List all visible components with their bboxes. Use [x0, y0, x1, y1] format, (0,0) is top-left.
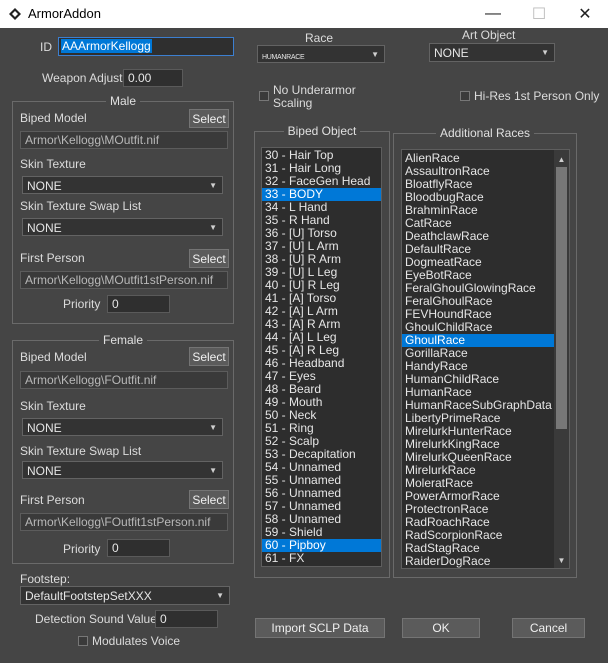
races-scrollbar[interactable]: ▲ ▼ [554, 150, 569, 568]
import-sclp-button[interactable]: Import SCLP Data [255, 618, 385, 638]
male-skin-swap-label: Skin Texture Swap List [20, 199, 142, 213]
female-biped-model-field[interactable]: Armor\Kellogg\FOutfit.nif [20, 371, 228, 389]
male-first-person-select-button[interactable]: Select [189, 249, 229, 268]
female-priority-label: Priority [63, 542, 101, 556]
male-first-person-label: First Person [20, 251, 85, 265]
male-skin-swap-dropdown[interactable]: NONE ▼ [22, 218, 223, 236]
additional-races-title: Additional Races [435, 126, 535, 140]
modulates-voice-checkbox[interactable] [78, 636, 88, 646]
female-skin-swap-value: NONE [27, 464, 62, 478]
no-underarmor-label-line2: Scaling [273, 96, 313, 110]
no-underarmor-label-line1: No Underarmor [273, 83, 356, 97]
male-skin-swap-value: NONE [27, 221, 62, 235]
chevron-down-icon: ▼ [371, 50, 379, 59]
race-value: HUMANRACE [262, 54, 305, 61]
male-skin-texture-value: NONE [27, 179, 62, 193]
maximize-icon[interactable]: ☐ [516, 0, 562, 28]
chevron-down-icon: ▼ [541, 48, 549, 57]
art-object-dropdown[interactable]: NONE ▼ [429, 43, 555, 62]
scrollbar-thumb[interactable] [556, 167, 567, 429]
female-skin-texture-value: NONE [27, 421, 62, 435]
ok-button[interactable]: OK [402, 618, 480, 638]
male-first-person-field[interactable]: Armor\Kellogg\MOutfit1stPerson.nif [20, 271, 228, 289]
biped-object-list[interactable]: 30 - Hair Top 31 - Hair Long 32 - FaceGen … [261, 147, 382, 567]
scroll-down-icon[interactable]: ▼ [554, 553, 569, 568]
weapon-adjust-field[interactable]: 0.00 [123, 69, 183, 87]
female-group-title: Female [98, 333, 147, 347]
app-icon [9, 8, 21, 20]
female-skin-texture-label: Skin Texture [20, 399, 86, 413]
male-group-title: Male [105, 94, 140, 108]
detection-sound-field[interactable]: 0 [155, 610, 218, 628]
art-object-value: NONE [434, 46, 469, 60]
biped-object-title: Biped Object [283, 124, 361, 138]
female-priority-field[interactable]: 0 [107, 539, 170, 557]
hires-1st-person-label: Hi-Res 1st Person Only [474, 89, 600, 103]
art-object-label: Art Object [462, 28, 516, 42]
id-value: AAArmorKellogg [61, 39, 152, 53]
chevron-down-icon: ▼ [209, 223, 217, 232]
race-dropdown[interactable]: HUMANRACE ▼ [257, 45, 385, 63]
footstep-dropdown[interactable]: DefaultFootstepSetXXX ▼ [20, 586, 230, 605]
id-label: ID [40, 40, 52, 54]
id-field[interactable]: AAArmorKellogg [58, 37, 234, 56]
footstep-value: DefaultFootstepSetXXX [25, 589, 152, 603]
list-item[interactable]: RaiderDogRace [402, 555, 569, 568]
chevron-down-icon: ▼ [209, 423, 217, 432]
footstep-label: Footstep: [20, 572, 71, 586]
female-skin-swap-label: Skin Texture Swap List [20, 444, 142, 458]
chevron-down-icon: ▼ [209, 466, 217, 475]
male-biped-model-field[interactable]: Armor\Kellogg\MOutfit.nif [20, 131, 228, 149]
list-item[interactable]: 61 - FX [262, 552, 381, 565]
male-biped-model-label: Biped Model [20, 111, 87, 125]
chevron-down-icon: ▼ [216, 591, 224, 600]
close-icon[interactable]: ✕ [562, 0, 608, 28]
male-priority-field[interactable]: 0 [107, 295, 170, 313]
male-skin-texture-dropdown[interactable]: NONE ▼ [22, 176, 223, 194]
title-bar: ArmorAddon — ☐ ✕ [0, 0, 608, 28]
minimize-icon[interactable]: — [470, 0, 516, 28]
race-label: Race [305, 31, 334, 45]
female-first-person-select-button[interactable]: Select [189, 490, 229, 509]
weapon-adjust-label: Weapon Adjust [42, 71, 123, 85]
female-first-person-field[interactable]: Armor\Kellogg\FOutfit1stPerson.nif [20, 513, 228, 531]
no-underarmor-checkbox[interactable] [259, 91, 269, 101]
female-biped-model-select-button[interactable]: Select [189, 347, 229, 366]
chevron-down-icon: ▼ [209, 181, 217, 190]
cancel-button[interactable]: Cancel [512, 618, 585, 638]
male-skin-texture-label: Skin Texture [20, 157, 86, 171]
female-skin-swap-dropdown[interactable]: NONE ▼ [22, 461, 223, 479]
hires-1st-person-checkbox[interactable] [460, 91, 470, 101]
male-priority-label: Priority [63, 297, 101, 311]
window-title: ArmorAddon [28, 6, 101, 21]
scroll-up-icon[interactable]: ▲ [554, 152, 569, 167]
male-biped-model-select-button[interactable]: Select [189, 109, 229, 128]
modulates-voice-label: Modulates Voice [92, 634, 181, 648]
female-skin-texture-dropdown[interactable]: NONE ▼ [22, 418, 223, 436]
female-first-person-label: First Person [20, 493, 85, 507]
additional-races-list[interactable]: AlienRace AssaultronRace BloatflyRace Blood… [401, 149, 570, 569]
detection-sound-label: Detection Sound Value [35, 612, 157, 626]
female-biped-model-label: Biped Model [20, 350, 87, 364]
